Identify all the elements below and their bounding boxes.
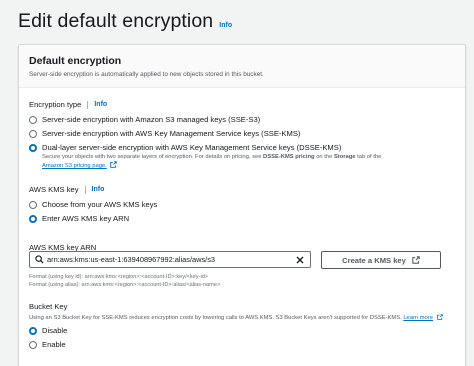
radio-sse-s3-label: Server-side encryption with Amazon S3 ma… (42, 115, 261, 124)
kms-key-label-row: AWS KMS key Info (29, 185, 157, 194)
dsse-desc-bold: DSSE-KMS pricing (263, 154, 315, 160)
radio-button[interactable] (29, 116, 37, 124)
encryption-type-label: Encryption type (29, 100, 82, 109)
radio-button-selected[interactable] (29, 144, 37, 152)
external-link-icon (110, 161, 118, 168)
bucket-key-description: Using an S3 Bucket Key for SSE-KMS reduc… (29, 314, 449, 322)
arn-format-hints: Format (using key id): arn:aws:kms:<regi… (29, 273, 220, 289)
arn-format-key-id: Format (using key id): arn:aws:kms:<regi… (29, 274, 209, 280)
encryption-type-info-link[interactable]: Info (94, 101, 107, 108)
panel-description: Server-side encryption is automatically … (29, 71, 264, 78)
radio-bucket-key-enable-label: Enable (42, 340, 66, 349)
radio-enter-kms-arn-label: Enter AWS KMS key ARN (42, 214, 130, 223)
radio-choose-kms-key-label: Choose from your AWS KMS keys (42, 200, 158, 209)
panel-header: Default encryption Server-side encryptio… (19, 45, 465, 88)
radio-enter-kms-arn[interactable]: Enter AWS KMS key ARN (29, 214, 157, 224)
page-header: Edit default encryption Info (18, 10, 232, 33)
radio-button[interactable] (29, 201, 37, 209)
radio-bucket-key-disable[interactable]: Disable (29, 326, 449, 336)
clear-icon[interactable] (295, 255, 305, 265)
radio-button[interactable] (29, 130, 37, 138)
dsse-desc-text: Secure your objects with two separate la… (42, 154, 264, 160)
kms-arn-input[interactable] (47, 252, 295, 267)
encryption-type-label-row: Encryption type Info (29, 100, 452, 109)
page-info-link[interactable]: Info (219, 22, 232, 29)
radio-button[interactable] (29, 341, 37, 349)
kms-arn-field[interactable] (29, 251, 311, 268)
encryption-type-section: Encryption type Info Server-side encrypt… (29, 100, 452, 170)
label-separator (87, 100, 89, 109)
dsse-kms-description: Secure your objects with two separate la… (42, 153, 452, 170)
page-title: Edit default encryption (18, 10, 214, 32)
panel-title: Default encryption (29, 55, 122, 67)
bucket-key-desc-text: Using an S3 Bucket Key for SSE-KMS reduc… (29, 315, 402, 321)
radio-dsse-kms[interactable]: Dual-layer server-side encryption with A… (29, 143, 452, 153)
kms-key-section: AWS KMS key Info Choose from your AWS KM… (29, 185, 157, 224)
label-separator (84, 185, 86, 194)
radio-bucket-key-disable-label: Disable (42, 326, 68, 335)
kms-key-label: AWS KMS key (29, 185, 79, 194)
radio-bucket-key-enable[interactable]: Enable (29, 340, 449, 350)
dsse-desc-bold: Storage (333, 154, 356, 160)
external-link-icon (412, 256, 420, 264)
dsse-desc-text: tab of the (355, 154, 382, 160)
radio-sse-kms[interactable]: Server-side encryption with AWS Key Mana… (29, 129, 452, 139)
s3-pricing-link[interactable]: Amazon S3 pricing page. (42, 163, 107, 169)
radio-button-selected[interactable] (29, 327, 37, 335)
radio-sse-s3[interactable]: Server-side encryption with Amazon S3 ma… (29, 115, 452, 125)
create-kms-key-label: Create a KMS key (342, 255, 406, 265)
bucket-key-learn-more-link[interactable]: Learn more (403, 315, 433, 321)
kms-key-info-link[interactable]: Info (92, 186, 105, 193)
radio-dsse-kms-label: Dual-layer server-side encryption with A… (42, 143, 342, 152)
bucket-key-label: Bucket Key (29, 302, 68, 311)
search-icon (35, 255, 44, 264)
radio-sse-kms-label: Server-side encryption with AWS Key Mana… (42, 129, 301, 138)
radio-button-selected[interactable] (29, 215, 37, 223)
dsse-desc-text: on the (314, 154, 334, 160)
default-encryption-panel: Default encryption Server-side encryptio… (18, 44, 466, 366)
bucket-key-section: Bucket Key Using an S3 Bucket Key for SS… (29, 302, 449, 350)
arn-format-alias: Format (using alias): arn:aws:kms:<regio… (29, 282, 221, 288)
radio-choose-kms-key[interactable]: Choose from your AWS KMS keys (29, 200, 157, 210)
create-kms-key-button[interactable]: Create a KMS key (321, 251, 441, 269)
external-link-icon (436, 314, 443, 320)
